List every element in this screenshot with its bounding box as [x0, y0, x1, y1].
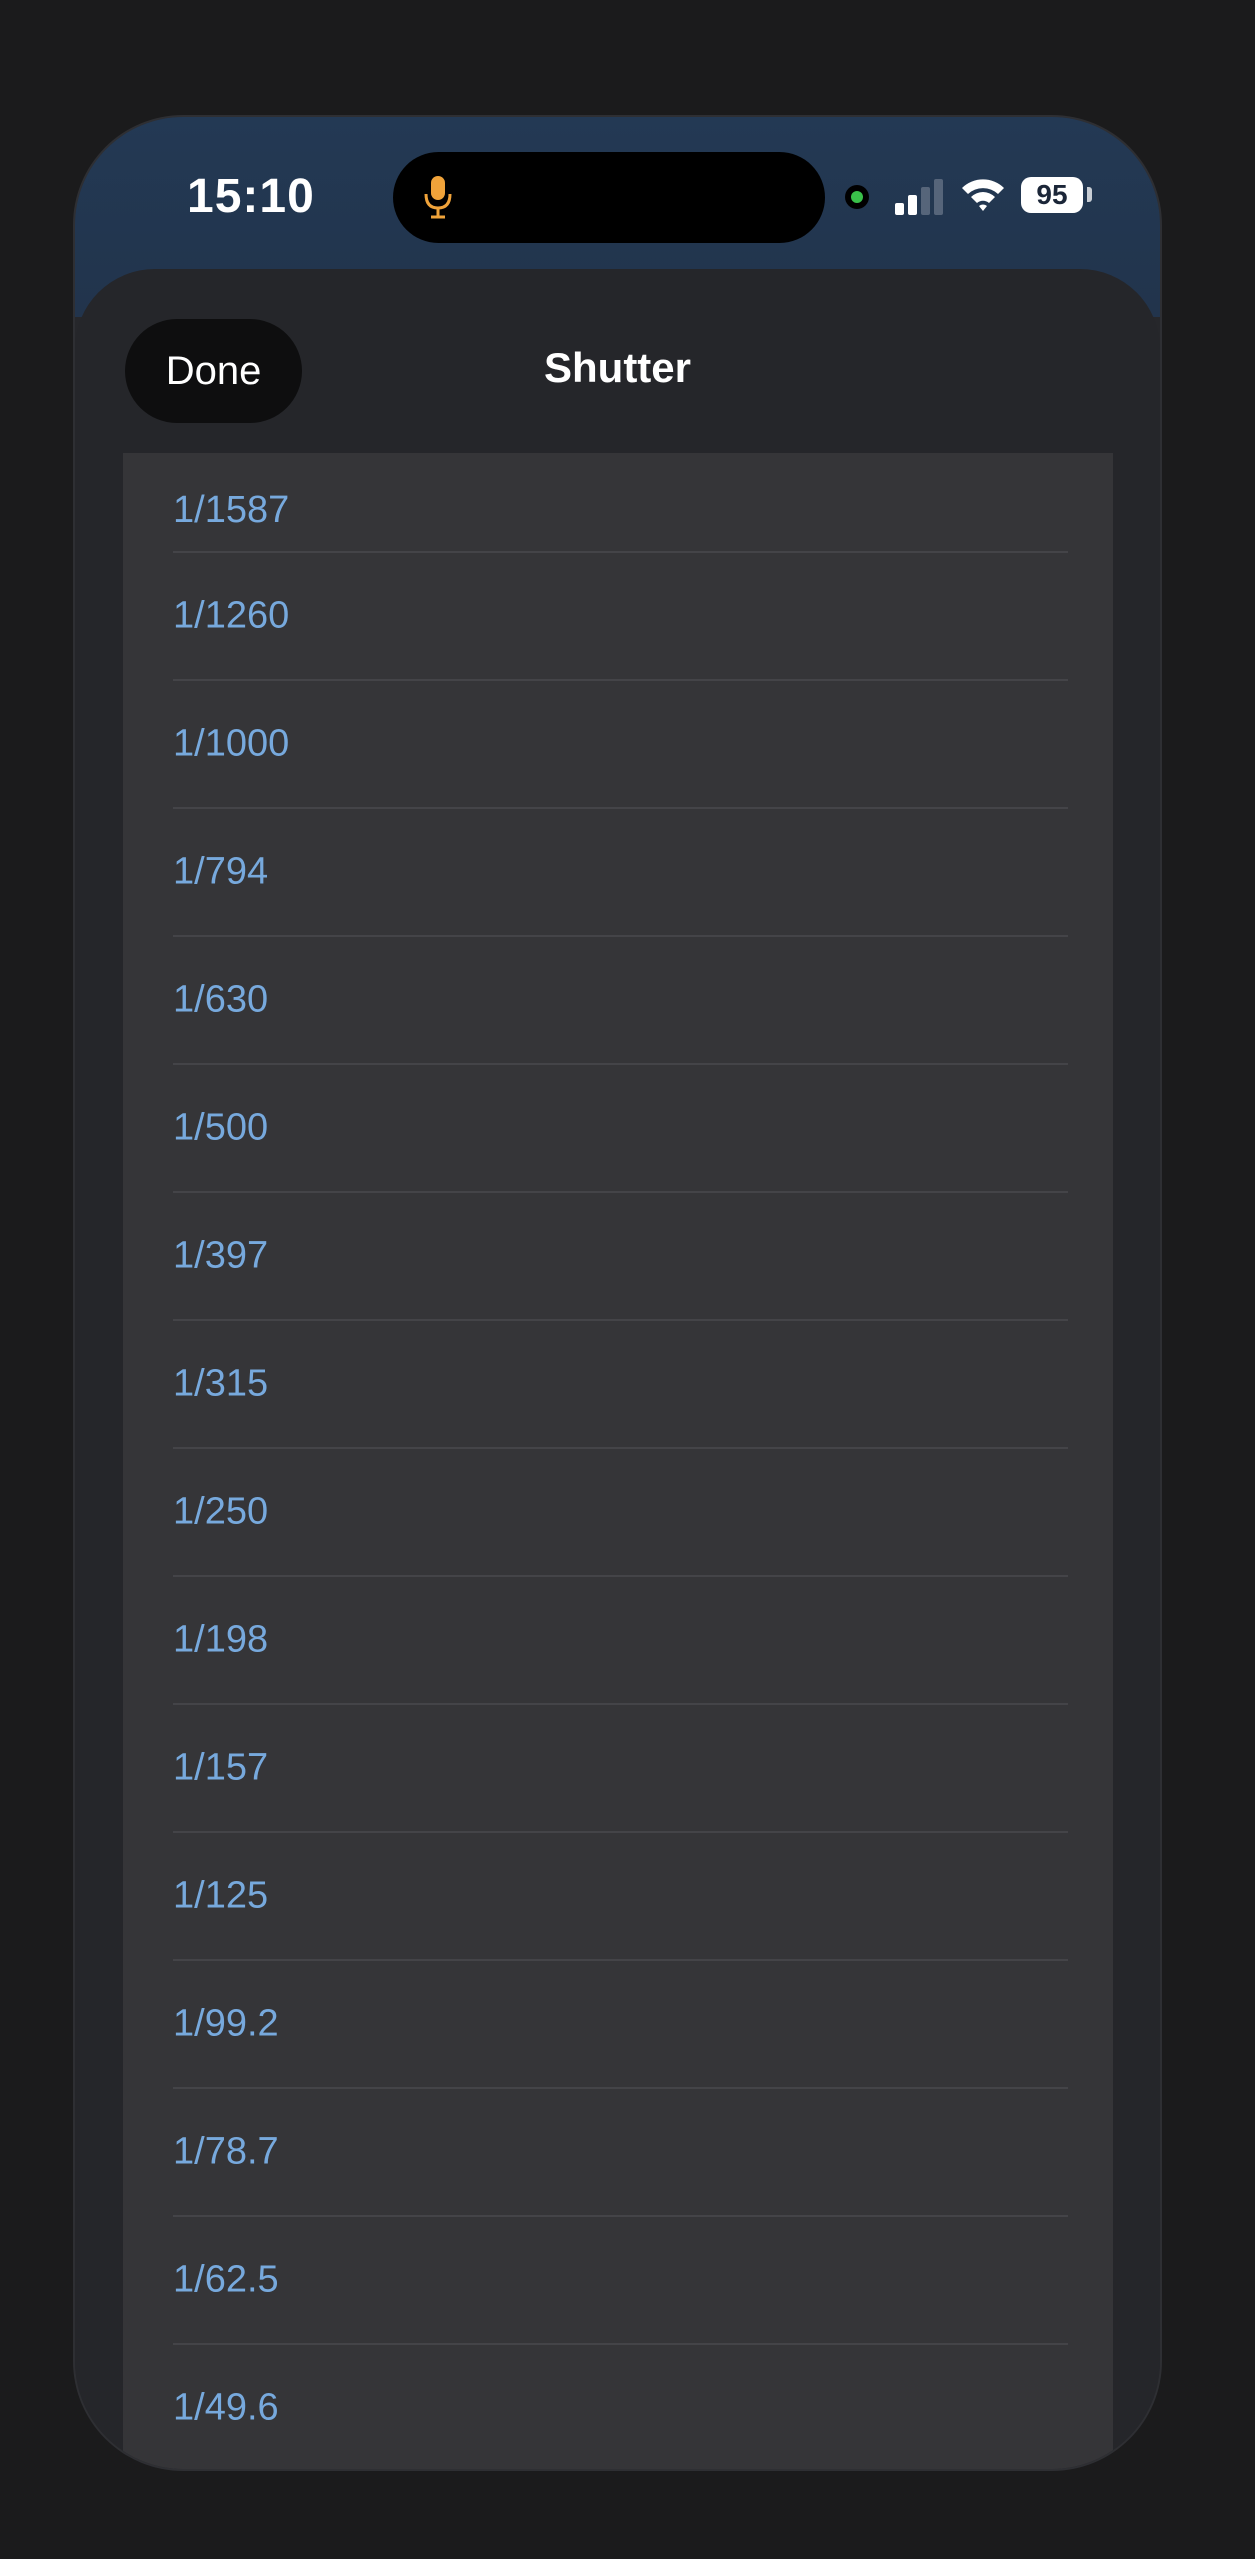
list-item[interactable]: 1/99.2: [173, 1961, 1068, 2089]
shutter-value: 1/157: [173, 1746, 269, 1789]
battery-tip: [1087, 187, 1092, 202]
camera-indicator-dot: [845, 185, 869, 209]
dynamic-island: [393, 152, 825, 243]
shutter-value: 1/1260: [173, 594, 290, 637]
shutter-picker-sheet: Done Shutter 1/1587 1/1260 1/1000 1/794 …: [75, 269, 1160, 2469]
status-time: 15:10: [187, 170, 315, 223]
list-item[interactable]: 1/250: [173, 1449, 1068, 1577]
list-item[interactable]: 1/157: [173, 1705, 1068, 1833]
list-item[interactable]: 1/315: [173, 1321, 1068, 1449]
list-item[interactable]: 1/1587: [173, 453, 1068, 553]
list-item[interactable]: 1/198: [173, 1577, 1068, 1705]
shutter-value: 1/125: [173, 1874, 269, 1917]
shutter-value: 1/630: [173, 978, 269, 1021]
shutter-value: 1/62.5: [173, 2258, 279, 2301]
list-item[interactable]: 1/1260: [173, 553, 1068, 681]
list-item[interactable]: 1/125: [173, 1833, 1068, 1961]
shutter-value: 1/78.7: [173, 2130, 279, 2173]
list-item[interactable]: 1/62.5: [173, 2217, 1068, 2345]
list-item[interactable]: 1/1000: [173, 681, 1068, 809]
shutter-value: 1/49.6: [173, 2386, 279, 2429]
shutter-value: 1/315: [173, 1362, 269, 1405]
shutter-value: 1/397: [173, 1234, 269, 1277]
list-item[interactable]: 1/49.6: [173, 2345, 1068, 2469]
shutter-value: 1/250: [173, 1490, 269, 1533]
wifi-icon: [962, 179, 1004, 211]
list-item[interactable]: 1/78.7: [173, 2089, 1068, 2217]
list-item[interactable]: 1/397: [173, 1193, 1068, 1321]
shutter-value: 1/500: [173, 1106, 269, 1149]
shutter-value: 1/794: [173, 850, 269, 893]
phone-frame: 15:10 95 Done Shutter 1/1587 1/1260 1/10…: [75, 117, 1160, 2469]
list-item[interactable]: 1/794: [173, 809, 1068, 937]
microphone-icon: [424, 176, 452, 219]
cellular-signal-icon: [895, 179, 943, 215]
sheet-title: Shutter: [544, 344, 691, 391]
list-item[interactable]: 1/630: [173, 937, 1068, 1065]
shutter-value: 1/1000: [173, 722, 290, 765]
shutter-value: 1/1587: [173, 489, 290, 531]
shutter-value: 1/99.2: [173, 2002, 279, 2045]
shutter-speed-list[interactable]: 1/1587 1/1260 1/1000 1/794 1/630 1/500 1…: [123, 453, 1113, 2469]
list-item[interactable]: 1/500: [173, 1065, 1068, 1193]
battery-icon: 95: [1021, 177, 1083, 213]
shutter-value: 1/198: [173, 1618, 269, 1661]
